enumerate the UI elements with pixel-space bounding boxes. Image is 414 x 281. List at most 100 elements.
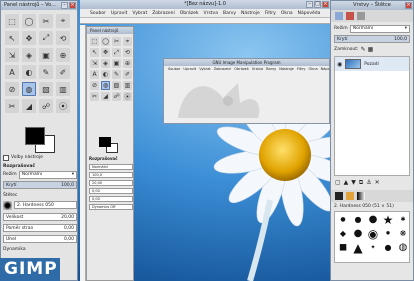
layer-name[interactable]: Pozadí xyxy=(364,62,379,67)
nested-tool-button: ◢ xyxy=(101,92,110,101)
layers-tab-icon[interactable] xyxy=(335,12,343,20)
brush-preset[interactable]: ◼ xyxy=(336,241,350,254)
brush-preset[interactable]: ✹ xyxy=(381,227,395,240)
tool-button[interactable]: ✂ xyxy=(39,14,53,28)
menu-item[interactable]: Nástroje xyxy=(241,11,260,16)
brush-preset[interactable]: ● xyxy=(351,227,365,240)
tool-button[interactable]: ⟲ xyxy=(56,31,70,45)
raise-layer-icon[interactable]: ▲ xyxy=(344,179,349,187)
lock-alpha-icon[interactable]: ▦ xyxy=(368,46,374,53)
brush-select[interactable]: 2. Hardness 050 xyxy=(14,201,77,209)
menu-item[interactable]: Vybrat xyxy=(132,11,147,16)
eye-icon[interactable]: ◉ xyxy=(337,61,342,68)
brush-preset[interactable]: ◍ xyxy=(396,241,409,254)
brush-preset[interactable]: ● xyxy=(336,213,350,226)
lower-layer-icon[interactable]: ▼ xyxy=(351,179,356,187)
tool-button[interactable]: ⤢ xyxy=(39,31,53,45)
image-minimize-button[interactable]: – xyxy=(306,1,313,8)
tool-button[interactable]: ⇲ xyxy=(5,48,19,62)
tool-button[interactable]: ✂ xyxy=(5,99,19,113)
tool-button[interactable]: ▣ xyxy=(39,48,53,62)
tool-button[interactable]: ✐ xyxy=(56,65,70,79)
duplicate-layer-icon[interactable]: ⧉ xyxy=(359,179,363,187)
nested-tool-button: ⊕ xyxy=(123,59,132,68)
layers-dock: Vrstvy – Štětce × Režim Normální ▾ Krytí 1… xyxy=(330,0,414,281)
menu-item[interactable]: Nápověda xyxy=(298,11,321,16)
patterns-tab-icon[interactable] xyxy=(346,192,354,200)
brush-preset[interactable]: ◆ xyxy=(336,227,350,240)
tool-button[interactable]: ▧ xyxy=(39,82,53,96)
tool-options-tab[interactable]: Volby nástroje xyxy=(11,155,43,160)
nested-menu-item: Soubor xyxy=(168,67,181,71)
nested-tool-button: ◍ xyxy=(101,81,110,90)
tool-button[interactable]: ⊘ xyxy=(5,82,19,96)
gradients-tab-icon[interactable] xyxy=(357,192,365,200)
image-menubar: Soubor Upravit Vybrat Zobrazení Obrázek Vrstv… xyxy=(80,9,330,18)
brush-preset[interactable]: ❋ xyxy=(396,227,409,240)
tool-button[interactable]: ✎ xyxy=(39,65,53,79)
tool-button[interactable]: ◯ xyxy=(22,14,36,28)
brushes-tab-icon[interactable] xyxy=(335,192,343,200)
tool-button[interactable]: ◍ xyxy=(22,82,36,96)
delete-layer-icon[interactable]: ✕ xyxy=(375,179,380,187)
nested-option-field: Normální xyxy=(89,164,133,170)
layer-mode-select[interactable]: Normální ▾ xyxy=(349,24,410,33)
nested-tool-button: ⊘ xyxy=(90,81,99,90)
angle-slider[interactable]: Úhel 0,00 xyxy=(3,235,77,243)
image-close-button[interactable]: × xyxy=(322,1,329,8)
layer-row[interactable]: ◉ Pozadí xyxy=(335,57,409,71)
tool-button[interactable]: ☍ xyxy=(39,99,53,113)
tool-button[interactable]: ⬚ xyxy=(5,14,19,28)
menu-item[interactable]: Filtry xyxy=(265,11,276,16)
fg-color-swatch[interactable] xyxy=(25,127,45,145)
nested-option-field: Dynamics Off xyxy=(89,204,133,210)
menu-item[interactable]: Zobrazení xyxy=(152,11,175,16)
brush-preset[interactable]: ✱ xyxy=(396,213,409,226)
menu-item[interactable]: Upravit xyxy=(111,11,127,16)
opacity-slider[interactable]: Krytí 100,0 xyxy=(3,181,77,189)
new-layer-icon[interactable]: ▢ xyxy=(335,179,341,187)
brush-preset[interactable]: ● xyxy=(351,213,365,226)
brush-preset[interactable]: ◉ xyxy=(366,227,380,241)
menu-item[interactable]: Soubor xyxy=(90,11,106,16)
aspect-slider[interactable]: Poměr stran 0,00 xyxy=(3,224,77,232)
toolbox-title: Panel nástrojů – Vo... xyxy=(4,2,56,8)
color-selector[interactable] xyxy=(23,125,57,155)
tool-button[interactable]: ◈ xyxy=(22,48,36,62)
brush-preview[interactable] xyxy=(3,200,12,210)
mode-select[interactable]: Normální ▾ xyxy=(18,170,77,179)
close-button[interactable]: × xyxy=(69,2,76,9)
lock-pixels-icon[interactable]: ✎ xyxy=(361,46,366,53)
brush-preset[interactable]: ▲ xyxy=(351,241,365,255)
menu-item[interactable]: Okna xyxy=(281,11,293,16)
brush-preset[interactable]: ★ xyxy=(381,213,395,227)
layer-opacity-slider[interactable]: Krytí 100,0 xyxy=(334,35,410,43)
nested-option-fields: Normální 100,0 20,00 0,00 0,00 Dynamics Off xyxy=(89,164,133,210)
menu-item[interactable]: Obrázek xyxy=(180,11,199,16)
tool-button[interactable]: ⊕ xyxy=(56,48,70,62)
size-slider[interactable]: Velikost 20,00 xyxy=(3,213,77,221)
tool-button[interactable]: ⦿ xyxy=(56,99,70,113)
channels-tab-icon[interactable] xyxy=(346,12,354,20)
tool-button[interactable]: ✥ xyxy=(22,31,36,45)
tool-button[interactable]: ⌖ xyxy=(56,14,70,28)
menu-item[interactable]: Vrstva xyxy=(204,11,218,16)
menu-item[interactable]: Barvy xyxy=(223,11,236,16)
nested-tool-button: ▥ xyxy=(123,81,132,90)
brush-preset[interactable]: ✦ xyxy=(366,241,380,254)
paths-tab-icon[interactable] xyxy=(357,12,365,20)
antialias-checkbox[interactable] xyxy=(3,154,9,161)
image-maximize-button[interactable]: □ xyxy=(314,1,321,8)
tool-button[interactable]: A xyxy=(5,65,19,79)
tool-button[interactable]: ▥ xyxy=(56,82,70,96)
tool-button[interactable]: ◢ xyxy=(22,99,36,113)
tool-options-panel: Volby nástroje Rozprašovač Režim Normáln… xyxy=(3,153,77,254)
anchor-layer-icon[interactable]: ⚓ xyxy=(366,179,371,187)
brush-preset[interactable]: ● xyxy=(366,213,380,226)
tool-button[interactable]: ◐ xyxy=(22,65,36,79)
brush-preset[interactable]: ● xyxy=(381,241,395,254)
layers-close-button[interactable]: × xyxy=(405,2,412,9)
minimize-button[interactable]: – xyxy=(61,2,68,9)
nested-tool-button: ⤢ xyxy=(112,48,121,57)
tool-button[interactable]: ↖ xyxy=(5,31,19,45)
